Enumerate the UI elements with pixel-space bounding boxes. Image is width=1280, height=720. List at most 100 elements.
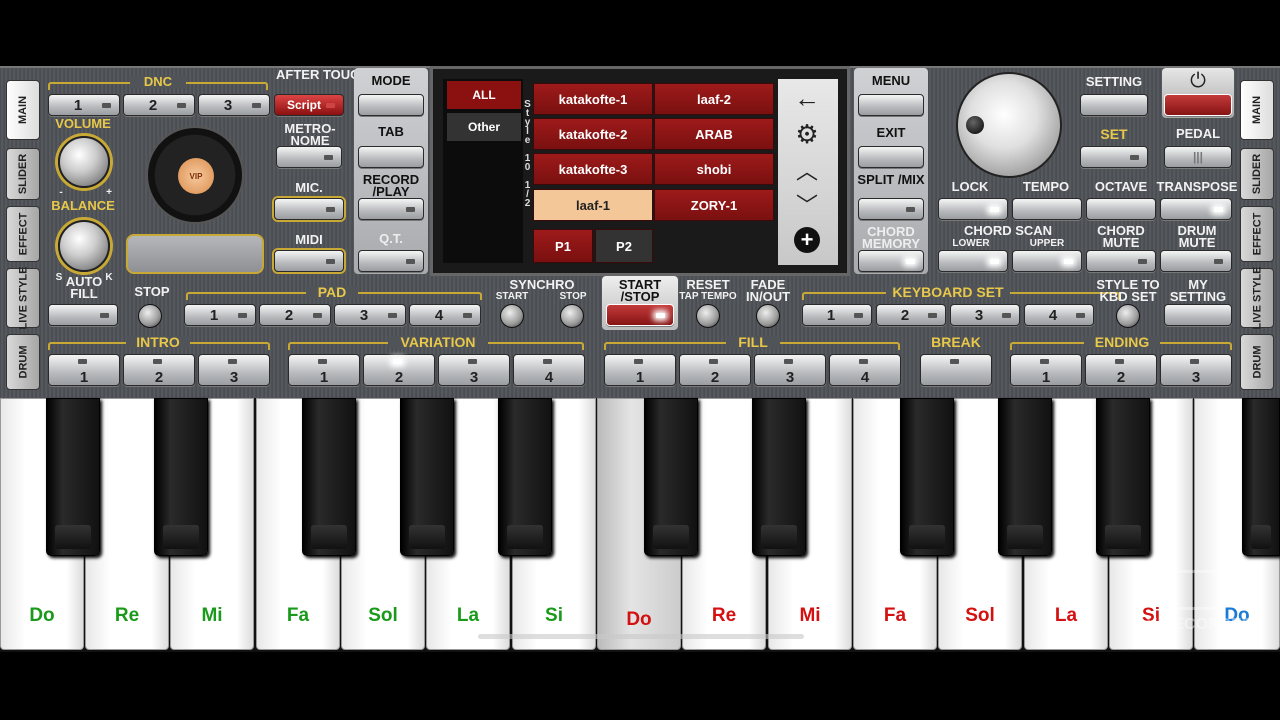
add-icon[interactable]: + bbox=[780, 223, 834, 257]
chord-scan-upper-button[interactable] bbox=[1012, 250, 1082, 272]
variation-button-3[interactable]: 3 bbox=[438, 354, 510, 386]
variation-button-1[interactable]: 1 bbox=[288, 354, 360, 386]
main-dial[interactable] bbox=[956, 72, 1062, 178]
black-key[interactable] bbox=[302, 398, 356, 556]
synchro-start-knob[interactable] bbox=[500, 304, 524, 328]
variation-button-2[interactable]: 2 bbox=[363, 354, 435, 386]
display-slot[interactable] bbox=[126, 234, 264, 274]
tab-live-style-left[interactable]: LIVE STYLE bbox=[6, 267, 40, 329]
ending-button-1[interactable]: 1 bbox=[1010, 354, 1082, 386]
chevron-down-icon[interactable]: ﹀ bbox=[780, 187, 834, 221]
break-button[interactable] bbox=[920, 354, 992, 386]
start-stop-button[interactable] bbox=[606, 304, 674, 326]
chord-memory-button[interactable] bbox=[858, 250, 924, 272]
style-katakofte-2[interactable]: katakofte-2 bbox=[533, 118, 653, 150]
vinyl-record[interactable]: VIP bbox=[146, 126, 244, 224]
lock-button[interactable] bbox=[938, 198, 1008, 220]
ending-button-3[interactable]: 3 bbox=[1160, 354, 1232, 386]
split-mix-button[interactable] bbox=[858, 198, 924, 220]
style-shobi[interactable]: shobi bbox=[654, 153, 774, 185]
setting-button[interactable] bbox=[1080, 94, 1148, 116]
chord-mute-button[interactable] bbox=[1086, 250, 1156, 272]
fade-knob[interactable] bbox=[756, 304, 780, 328]
black-key[interactable] bbox=[498, 398, 552, 556]
chevron-up-icon[interactable]: ︿ bbox=[780, 153, 834, 187]
kbd-set-button-2[interactable]: 2 bbox=[876, 304, 946, 326]
page-p2[interactable]: P2 bbox=[595, 229, 653, 263]
fill-button-3[interactable]: 3 bbox=[754, 354, 826, 386]
tab-effect-right[interactable]: EFFECT bbox=[1240, 206, 1274, 262]
black-key[interactable] bbox=[154, 398, 208, 556]
octave-button[interactable] bbox=[1086, 198, 1156, 220]
pedal-button[interactable]: ||| bbox=[1164, 146, 1232, 168]
gear-icon[interactable]: ⚙ bbox=[780, 117, 834, 151]
mic-button[interactable] bbox=[274, 198, 344, 220]
black-key[interactable] bbox=[1242, 398, 1280, 556]
tab-drum-right[interactable]: DRUM bbox=[1240, 334, 1274, 390]
exit-button[interactable] bbox=[858, 146, 924, 168]
chord-scan-lower-button[interactable] bbox=[938, 250, 1008, 272]
synchro-stop-knob[interactable] bbox=[560, 304, 584, 328]
style-arab[interactable]: ARAB bbox=[654, 118, 774, 150]
black-key[interactable] bbox=[644, 398, 698, 556]
kbd-set-button-3[interactable]: 3 bbox=[950, 304, 1020, 326]
qt-button[interactable] bbox=[358, 250, 424, 272]
pad-button-2[interactable]: 2 bbox=[259, 304, 331, 326]
dnc-button-1[interactable]: 1 bbox=[48, 94, 120, 116]
style-laaf-1[interactable]: laaf-1 bbox=[533, 189, 653, 221]
record-play-button[interactable] bbox=[358, 198, 424, 220]
style-katakofte-3[interactable]: katakofte-3 bbox=[533, 153, 653, 185]
script-button[interactable]: Script bbox=[274, 94, 344, 116]
metronome-button[interactable] bbox=[276, 146, 342, 168]
black-key[interactable] bbox=[1096, 398, 1150, 556]
kbd-set-button-4[interactable]: 4 bbox=[1024, 304, 1094, 326]
intro-button-2[interactable]: 2 bbox=[123, 354, 195, 386]
style-zory-1[interactable]: ZORY-1 bbox=[654, 189, 774, 221]
tab-button[interactable] bbox=[358, 146, 424, 168]
tab-effect-left[interactable]: EFFECT bbox=[6, 206, 40, 262]
fill-button-2[interactable]: 2 bbox=[679, 354, 751, 386]
dnc-button-3[interactable]: 3 bbox=[198, 94, 270, 116]
intro-button-3[interactable]: 3 bbox=[198, 354, 270, 386]
category-all[interactable]: ALL bbox=[447, 81, 521, 109]
intro-button-1[interactable]: 1 bbox=[48, 354, 120, 386]
style-to-kbd-knob[interactable] bbox=[1116, 304, 1140, 328]
black-key[interactable] bbox=[400, 398, 454, 556]
style-katakofte-1[interactable]: katakofte-1 bbox=[533, 83, 653, 115]
drum-mute-button[interactable] bbox=[1160, 250, 1232, 272]
set-button[interactable] bbox=[1080, 146, 1148, 168]
category-other[interactable]: Other bbox=[447, 113, 521, 141]
transpose-button[interactable] bbox=[1160, 198, 1232, 220]
tab-main-right[interactable]: MAIN bbox=[1240, 80, 1274, 140]
midi-button[interactable] bbox=[274, 250, 344, 272]
balance-knob[interactable] bbox=[58, 220, 110, 272]
black-key[interactable] bbox=[46, 398, 100, 556]
black-key[interactable] bbox=[998, 398, 1052, 556]
tempo-button[interactable] bbox=[1012, 198, 1082, 220]
black-key[interactable] bbox=[900, 398, 954, 556]
reset-knob[interactable] bbox=[696, 304, 720, 328]
black-key[interactable] bbox=[752, 398, 806, 556]
kbd-set-button-1[interactable]: 1 bbox=[802, 304, 872, 326]
pad-button-3[interactable]: 3 bbox=[334, 304, 406, 326]
fill-button-4[interactable]: 4 bbox=[829, 354, 901, 386]
style-laaf-2[interactable]: laaf-2 bbox=[654, 83, 774, 115]
tab-drum-left[interactable]: DRUM bbox=[6, 334, 40, 390]
tab-main-left[interactable]: MAIN bbox=[6, 80, 40, 140]
fill-button-1[interactable]: 1 bbox=[604, 354, 676, 386]
tab-live-style-right[interactable]: LIVE STYLE bbox=[1240, 267, 1274, 329]
tab-slider-left[interactable]: SLIDER bbox=[6, 148, 40, 200]
volume-knob[interactable] bbox=[58, 136, 110, 188]
pad-button-4[interactable]: 4 bbox=[409, 304, 481, 326]
pad-button-1[interactable]: 1 bbox=[184, 304, 256, 326]
page-p1[interactable]: P1 bbox=[533, 229, 593, 263]
ending-button-2[interactable]: 2 bbox=[1085, 354, 1157, 386]
pad-stop-knob[interactable] bbox=[138, 304, 162, 328]
variation-button-4[interactable]: 4 bbox=[513, 354, 585, 386]
my-setting-button[interactable] bbox=[1164, 304, 1232, 326]
back-arrow-icon[interactable]: ← bbox=[780, 81, 834, 115]
auto-fill-button[interactable] bbox=[48, 304, 118, 326]
dnc-button-2[interactable]: 2 bbox=[123, 94, 195, 116]
power-button[interactable] bbox=[1164, 94, 1232, 116]
mode-button[interactable] bbox=[358, 94, 424, 116]
